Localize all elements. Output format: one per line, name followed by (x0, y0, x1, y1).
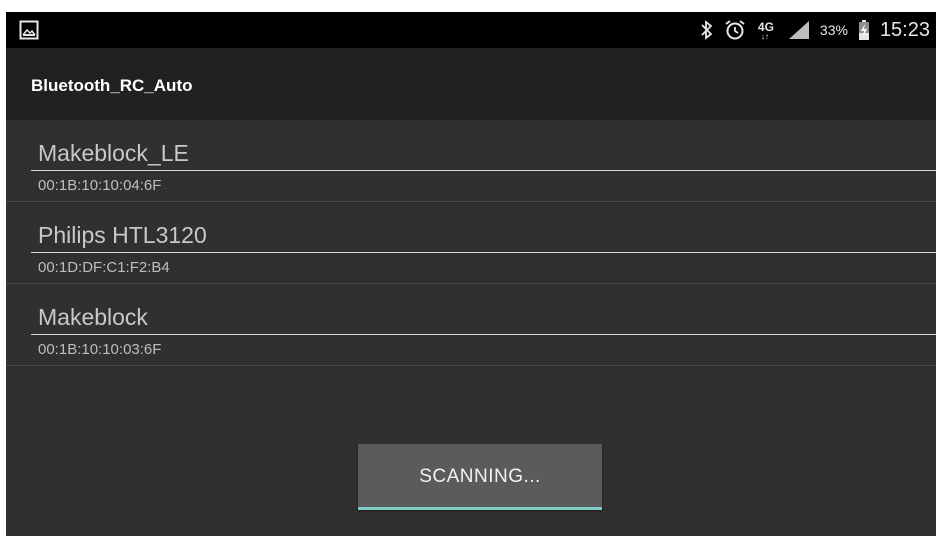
scan-button-label: SCANNING... (419, 466, 541, 487)
alarm-icon (725, 20, 745, 40)
device-name: Makeblock_LE (38, 140, 189, 166)
battery-charging-icon (858, 20, 869, 40)
device-name: Philips HTL3120 (38, 222, 207, 248)
action-bar: Bluetooth_RC_Auto (6, 48, 936, 120)
app-screen: 4G ↓↑ 33% 15:23 Bluetooth_RC_Auto Makebl… (6, 12, 936, 536)
battery-percent: 33% (819, 22, 848, 38)
device-list-item[interactable]: Makeblock 00:1B:10:10:03:6F (6, 284, 936, 366)
device-list-item[interactable]: Philips HTL3120 00:1D:DF:C1:F2:B4 (6, 202, 936, 284)
network-indicator: 4G ↓↑ (756, 18, 778, 42)
status-icons: 4G ↓↑ 33% 15:23 (700, 12, 930, 48)
device-address: 00:1B:10:10:04:6F (38, 177, 162, 194)
name-underline (31, 334, 936, 335)
device-list-item[interactable]: Makeblock_LE 00:1B:10:10:04:6F (6, 120, 936, 202)
name-underline (31, 252, 936, 253)
clock: 15:23 (879, 18, 930, 41)
gallery-icon (19, 20, 39, 40)
list-divider (6, 365, 936, 366)
bluetooth-icon (701, 20, 713, 40)
device-list: Makeblock_LE 00:1B:10:10:04:6F Philips H… (6, 120, 936, 366)
device-address: 00:1D:DF:C1:F2:B4 (38, 259, 170, 276)
button-accent-line (358, 507, 602, 510)
name-underline (31, 170, 936, 171)
device-name: Makeblock (38, 304, 148, 330)
scan-button[interactable]: SCANNING... (358, 444, 602, 510)
status-bar: 4G ↓↑ 33% 15:23 (6, 12, 936, 48)
network-arrows-icon: ↓↑ (760, 32, 769, 41)
signal-icon (788, 21, 809, 39)
device-address: 00:1B:10:10:03:6F (38, 341, 162, 358)
app-title: Bluetooth_RC_Auto (31, 76, 193, 95)
